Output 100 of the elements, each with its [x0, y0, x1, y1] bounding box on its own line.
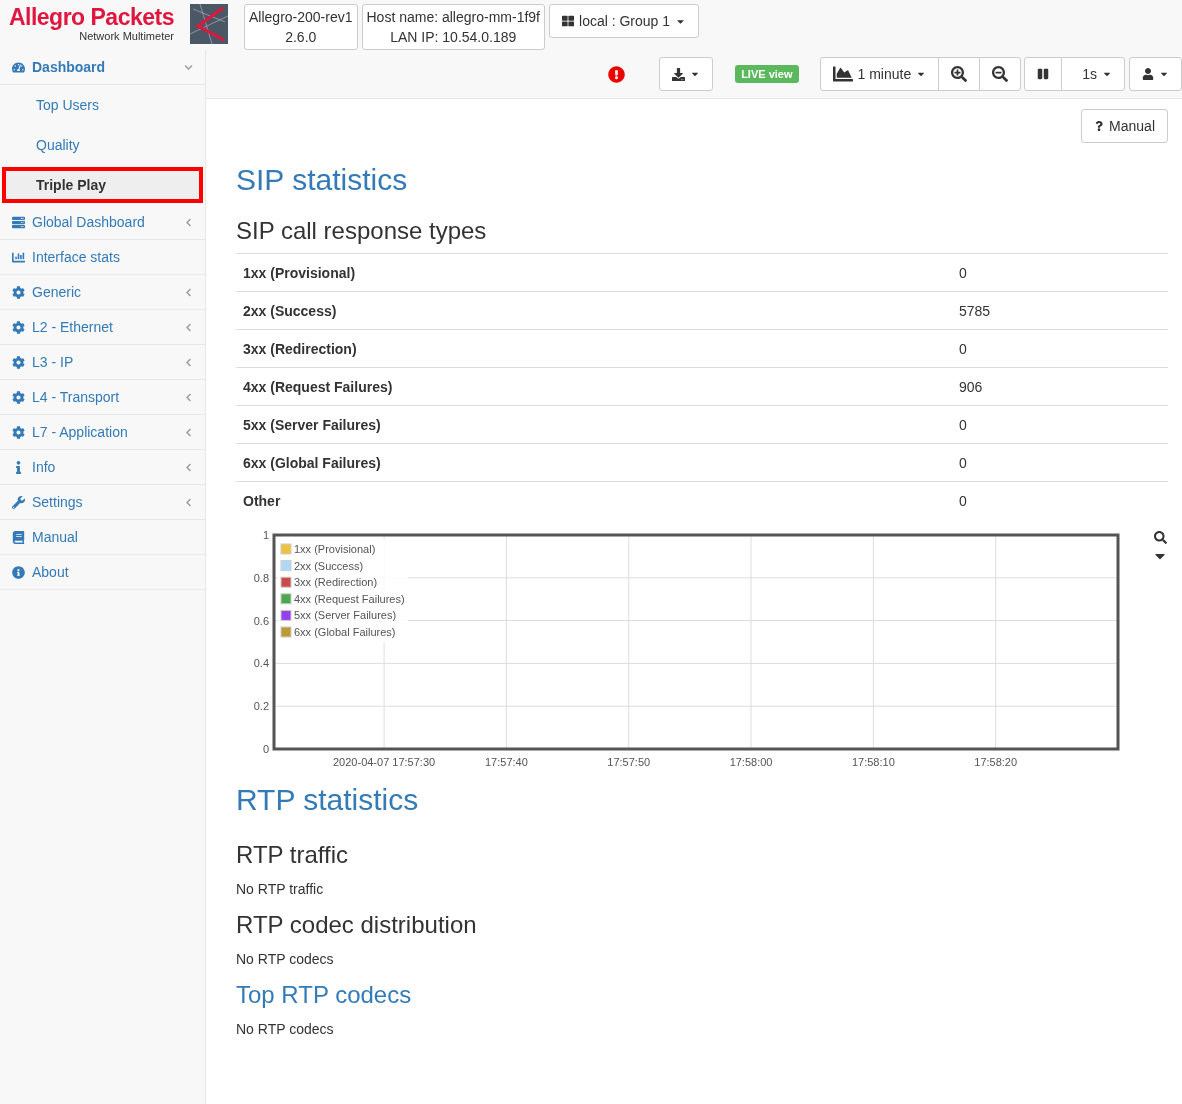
section-subtitle: SIP call response types — [236, 217, 488, 245]
list-icon — [12, 215, 25, 229]
table-cell-text: Other — [242, 492, 282, 509]
sidebar-item[interactable]: Generic — [0, 275, 205, 310]
axis-tick-label: 2020-04-07 17:57:30 — [333, 756, 436, 768]
axis-tick-label: 17:58:20 — [974, 756, 1018, 768]
interval-dropdown[interactable]: 1s — [1061, 57, 1125, 91]
download-icon — [672, 67, 686, 81]
section-title: Top RTP codecs — [236, 981, 413, 1009]
download-button[interactable] — [659, 57, 714, 91]
chevron-left-icon — [184, 287, 193, 297]
legend-label: 5xx (Server Failures) — [294, 609, 397, 622]
table-cell-text: 0 — [958, 340, 968, 357]
chevron-left-icon — [184, 357, 193, 367]
gear-icon — [12, 355, 25, 369]
zoom-out-icon — [992, 66, 1009, 82]
gauge-icon — [12, 60, 25, 74]
table-cell-text: 5xx (Server Failures) — [242, 416, 382, 433]
group-dropdown[interactable]: local : Group 1 — [549, 4, 700, 38]
book-icon — [12, 530, 25, 544]
chevron-left-icon — [184, 217, 193, 227]
gear-icon — [12, 285, 25, 299]
sidebar-item[interactable]: Settings — [0, 485, 205, 520]
legend-label: 1xx (Provisional) — [294, 543, 376, 555]
sidebar-subitem[interactable]: Triple Play — [2, 167, 203, 203]
axis-tick-label: 17:58:00 — [729, 756, 773, 768]
table-cell-text: 4xx (Request Failures) — [242, 378, 394, 395]
pause-icon — [1037, 68, 1050, 80]
chevron-left-icon — [184, 322, 193, 332]
axis-tick-label: 0.6 — [253, 614, 269, 627]
sidebar-item[interactable]: Global Dashboard — [0, 205, 205, 240]
gear-icon — [12, 425, 25, 439]
sidebar-item[interactable]: Manual — [0, 520, 205, 555]
section-title: SIP statistics — [236, 163, 409, 197]
pause-button[interactable] — [1024, 57, 1063, 91]
empty-note: No RTP codecs — [236, 951, 335, 967]
legend-label: 4xx (Request Failures) — [294, 592, 405, 605]
axis-tick-label: 0.2 — [253, 700, 269, 713]
gear-icon — [12, 390, 25, 404]
grid-icon — [562, 15, 574, 27]
table-cell-text: 0 — [958, 416, 968, 433]
chevron-left-icon — [184, 497, 193, 507]
sidebar-item[interactable]: L3 - IP — [0, 345, 205, 380]
wrench-icon — [12, 495, 25, 509]
table-cell-text: 5785 — [958, 302, 992, 319]
gear-icon — [12, 320, 25, 334]
axis-tick-label: 0.8 — [253, 571, 269, 584]
sidebar-item[interactable]: Dashboard — [0, 50, 205, 85]
timespan-dropdown[interactable]: 1 minute — [819, 57, 940, 91]
table-cell-text: 1xx (Provisional) — [242, 264, 357, 281]
search-icon[interactable] — [1153, 531, 1167, 544]
table-cell-text: 0 — [958, 492, 968, 509]
brand-subtitle: Network Multimeter — [79, 30, 174, 42]
table-cell-text: 0 — [958, 454, 968, 471]
sidebar-item[interactable]: L4 - Transport — [0, 380, 205, 415]
legend-label: 2xx (Success) — [294, 559, 364, 572]
live-badge: LIVE view — [735, 65, 799, 83]
sidebar-item[interactable]: About — [0, 555, 205, 590]
empty-note: No RTP codecs — [236, 1021, 335, 1037]
chevron-left-icon — [184, 462, 193, 472]
axis-tick-label: 17:57:50 — [607, 756, 651, 768]
axis-tick-label: 0 — [262, 743, 269, 755]
bar-chart-icon — [12, 250, 25, 264]
device-info: Allegro-200-rev1 2.6.0 — [244, 4, 358, 50]
manual-button[interactable]: Manual — [1081, 109, 1168, 143]
area-chart-icon — [832, 64, 853, 84]
zoom-in-icon — [951, 66, 968, 82]
sidebar-item[interactable]: Interface stats — [0, 240, 205, 275]
empty-note: No RTP traffic — [236, 881, 325, 897]
host-info: Host name: allegro-mm-1f9f LAN IP: 10.54.0.189 — [361, 4, 545, 50]
alert-icon[interactable] — [608, 65, 626, 83]
user-menu-button[interactable] — [1129, 57, 1182, 91]
logo-icon — [190, 4, 228, 44]
table-cell-text: 906 — [958, 378, 984, 395]
section-subtitle: RTP codec distribution — [236, 911, 478, 939]
table-cell-text: 6xx (Global Failures) — [242, 454, 382, 471]
brand-name: Allegro Packets — [8, 4, 174, 30]
sidebar-item[interactable]: Info — [0, 450, 205, 485]
axis-tick-label: 17:57:40 — [485, 756, 528, 768]
question-icon — [1094, 121, 1105, 131]
axis-tick-label: 1 — [262, 529, 269, 541]
table-cell-text: 3xx (Redirection) — [242, 340, 358, 357]
chevron-left-icon — [184, 392, 193, 402]
legend-label: 6xx (Global Failures) — [294, 626, 396, 638]
sidebar-subitem[interactable]: Quality — [2, 127, 203, 163]
table-cell-text: 0 — [958, 264, 968, 281]
zoom-in-button[interactable] — [938, 57, 981, 91]
axis-tick-label: 17:58:10 — [851, 756, 895, 768]
sidebar-subitem[interactable]: Top Users — [2, 87, 203, 123]
user-icon — [1142, 68, 1154, 80]
chevron-down-icon — [184, 62, 193, 72]
section-subtitle: RTP traffic — [236, 841, 350, 869]
zoom-out-button[interactable] — [979, 57, 1022, 91]
section-title: RTP statistics — [236, 783, 420, 817]
sidebar-item[interactable]: L7 - Application — [0, 415, 205, 450]
axis-tick-label: 0.4 — [253, 657, 269, 670]
chevron-left-icon — [184, 427, 193, 437]
legend-label: 3xx (Redirection) — [294, 576, 378, 589]
sidebar-item[interactable]: L2 - Ethernet — [0, 310, 205, 345]
table-cell-text: 2xx (Success) — [242, 302, 338, 319]
